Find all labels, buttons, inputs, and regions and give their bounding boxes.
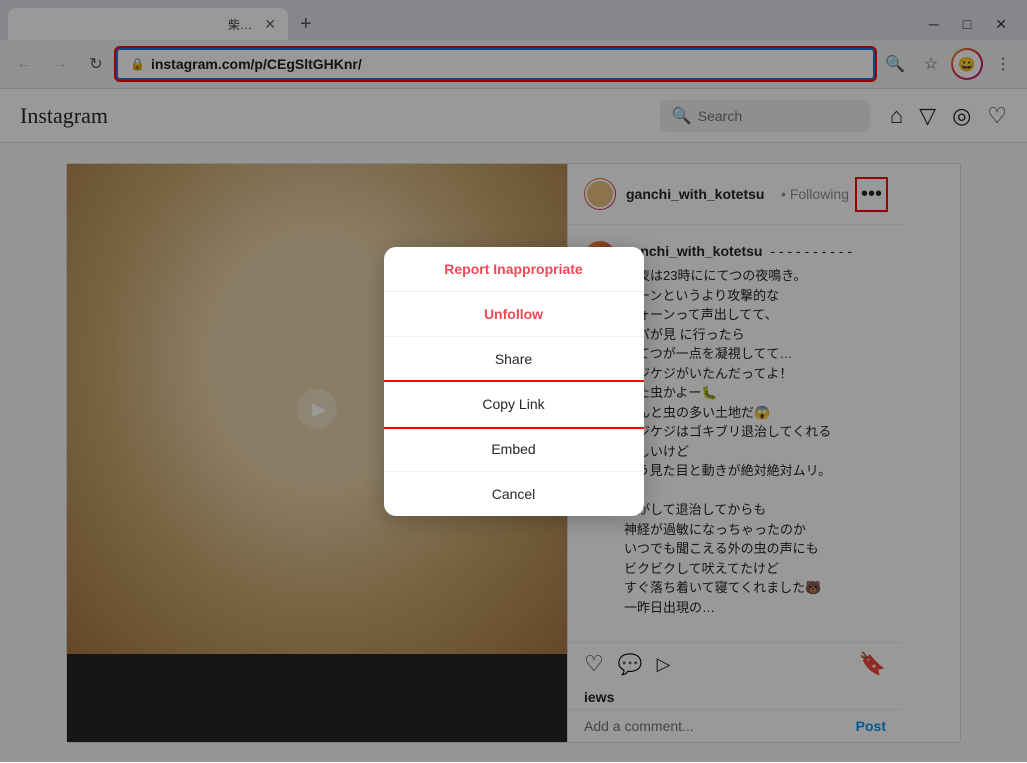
report-label: Report Inappropriate	[444, 261, 582, 277]
unfollow-button[interactable]: Unfollow	[384, 292, 644, 337]
cancel-button[interactable]: Cancel	[384, 472, 644, 516]
embed-label: Embed	[491, 441, 535, 457]
report-inappropriate-button[interactable]: Report Inappropriate	[384, 247, 644, 292]
copy-link-label: Copy Link	[482, 396, 544, 412]
modal-overlay[interactable]: Report Inappropriate Unfollow Share Copy…	[0, 0, 1027, 762]
share-label: Share	[495, 351, 532, 367]
unfollow-label: Unfollow	[484, 306, 543, 322]
cancel-label: Cancel	[492, 486, 536, 502]
share-button[interactable]: Share	[384, 337, 644, 382]
post-options-modal: Report Inappropriate Unfollow Share Copy…	[384, 247, 644, 516]
copy-link-button[interactable]: Copy Link	[384, 382, 644, 427]
browser-window: 柴犬こてつ君 on Instagram: "- - - × ✕ + ─ □ ✕ …	[0, 0, 1027, 763]
embed-button[interactable]: Embed	[384, 427, 644, 472]
